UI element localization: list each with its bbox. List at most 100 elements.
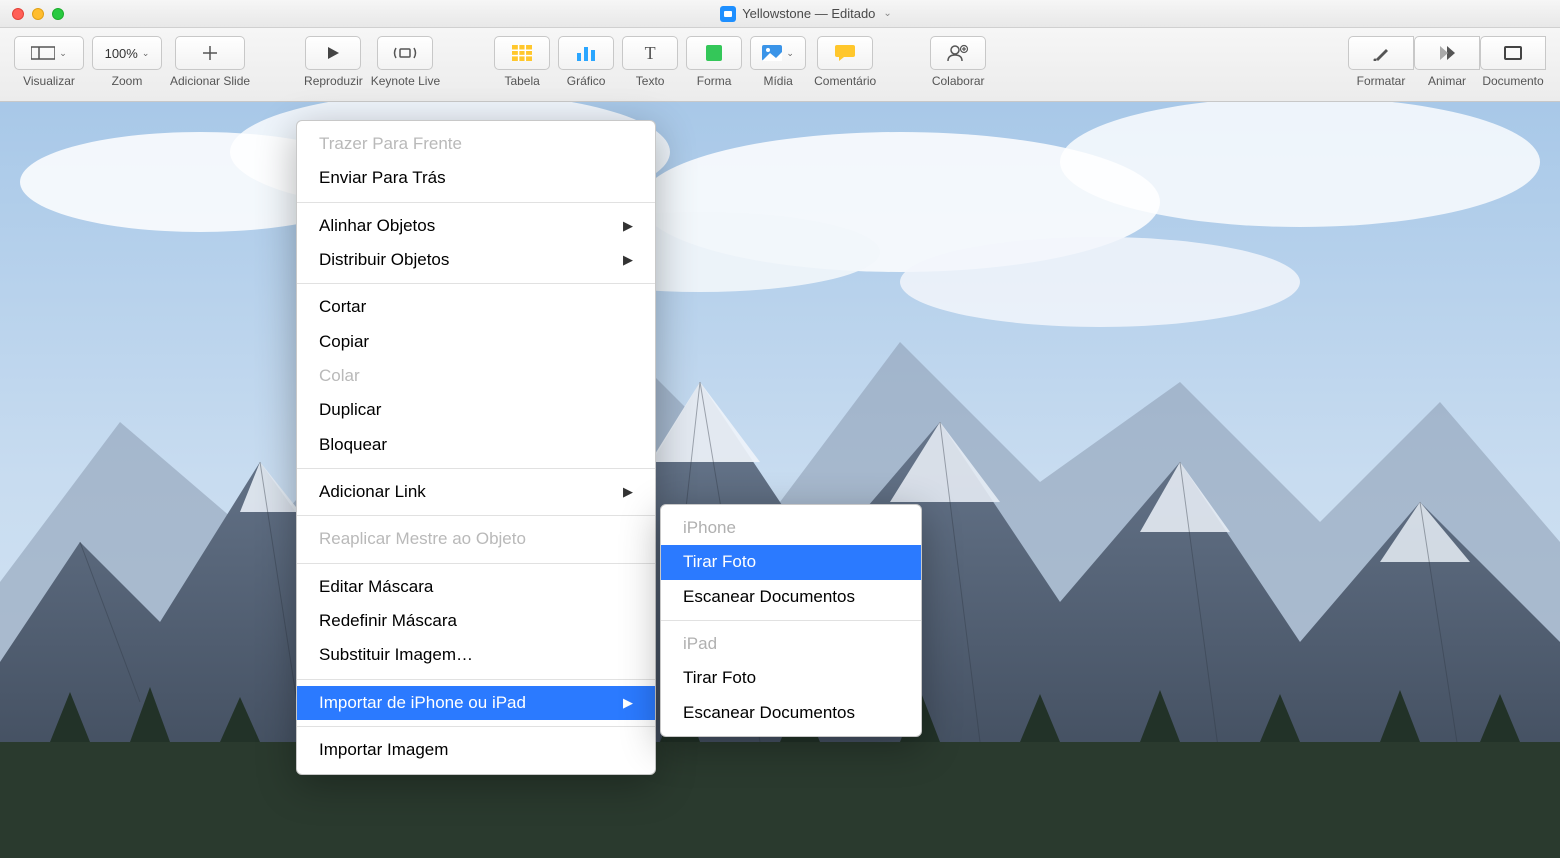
menu-align-objects[interactable]: Alinhar Objetos▶: [297, 209, 655, 243]
play-label: Reproduzir: [304, 74, 363, 88]
close-window-button[interactable]: [12, 8, 24, 20]
menu-cut[interactable]: Cortar: [297, 290, 655, 324]
tb-table: Tabela: [494, 36, 550, 88]
tb-keynote-live: Keynote Live: [371, 36, 440, 88]
menu-separator: [297, 679, 655, 680]
chart-label: Gráfico: [567, 74, 606, 88]
tb-inspector-group: Formatar Animar Documento: [1348, 36, 1546, 88]
menu-separator: [297, 726, 655, 727]
comment-button[interactable]: [817, 36, 873, 70]
chevron-down-icon: ⌄: [59, 48, 67, 59]
broadcast-icon: [393, 46, 417, 60]
format-label: Formatar: [1357, 74, 1406, 88]
menu-distribute-objects[interactable]: Distribuir Objetos▶: [297, 243, 655, 277]
chevron-down-icon: ⌄: [786, 48, 794, 59]
collaborate-button[interactable]: [930, 36, 986, 70]
document-icon: [1503, 45, 1523, 61]
add-slide-button[interactable]: [175, 36, 245, 70]
tb-collaborate: Colaborar: [930, 36, 986, 88]
view-label: Visualizar: [23, 74, 75, 88]
zoom-button[interactable]: 100% ⌄: [92, 36, 162, 70]
submenu-arrow-icon: ▶: [623, 250, 633, 270]
keynote-app-icon: [720, 6, 736, 22]
toolbar: ⌄ Visualizar 100% ⌄ Zoom Adicionar Slide…: [0, 28, 1560, 102]
text-button[interactable]: T: [622, 36, 678, 70]
import-submenu: iPhone Tirar Foto Escanear Documentos iP…: [660, 504, 922, 737]
chart-button[interactable]: [558, 36, 614, 70]
tb-view: ⌄ Visualizar: [14, 36, 84, 88]
submenu-header-iphone: iPhone: [661, 511, 921, 545]
titlebar-center[interactable]: Yellowstone — Editado ⌄: [64, 6, 1548, 22]
text-label: Texto: [636, 74, 665, 88]
shape-icon: [706, 45, 722, 61]
table-button[interactable]: [494, 36, 550, 70]
chevron-down-icon: ⌄: [883, 8, 891, 19]
collaborate-label: Colaborar: [932, 74, 985, 88]
tb-format: Formatar: [1348, 36, 1414, 88]
submenu-arrow-icon: ▶: [623, 693, 633, 713]
menu-separator: [661, 620, 921, 621]
zoom-window-button[interactable]: [52, 8, 64, 20]
submenu-arrow-icon: ▶: [623, 216, 633, 236]
tb-play: Reproduzir: [304, 36, 363, 88]
menu-separator: [297, 202, 655, 203]
menu-reset-mask[interactable]: Redefinir Máscara: [297, 604, 655, 638]
menu-replace-image[interactable]: Substituir Imagem…: [297, 638, 655, 672]
tb-comment: Comentário: [814, 36, 876, 88]
play-button[interactable]: [305, 36, 361, 70]
menu-paste: Colar: [297, 359, 655, 393]
window-traffic-lights: [12, 8, 64, 20]
tb-text: T Texto: [622, 36, 678, 88]
submenu-scan-docs-ipad[interactable]: Escanear Documentos: [661, 696, 921, 730]
menu-separator: [297, 468, 655, 469]
table-icon: [512, 45, 532, 61]
menu-lock[interactable]: Bloquear: [297, 428, 655, 462]
document-label: Documento: [1482, 74, 1543, 88]
menu-add-link[interactable]: Adicionar Link▶: [297, 475, 655, 509]
animate-label: Animar: [1428, 74, 1466, 88]
shape-button[interactable]: [686, 36, 742, 70]
format-icon: [1372, 45, 1390, 61]
chevron-down-icon: ⌄: [142, 48, 150, 59]
keynote-live-button[interactable]: [377, 36, 433, 70]
zoom-value: 100%: [105, 46, 138, 61]
menu-import-image[interactable]: Importar Imagem: [297, 733, 655, 767]
tb-zoom: 100% ⌄ Zoom: [92, 36, 162, 88]
menu-send-backward[interactable]: Enviar Para Trás: [297, 161, 655, 195]
menu-bring-forward: Trazer Para Frente: [297, 127, 655, 161]
tb-document: Documento: [1480, 36, 1546, 88]
keynote-live-label: Keynote Live: [371, 74, 440, 88]
media-button[interactable]: ⌄: [750, 36, 806, 70]
minimize-window-button[interactable]: [32, 8, 44, 20]
text-icon: T: [645, 43, 656, 64]
document-button[interactable]: [1480, 36, 1546, 70]
shape-label: Forma: [697, 74, 732, 88]
comment-label: Comentário: [814, 74, 876, 88]
menu-duplicate[interactable]: Duplicar: [297, 393, 655, 427]
menu-reapply-master: Reaplicar Mestre ao Objeto: [297, 522, 655, 556]
submenu-header-ipad: iPad: [661, 627, 921, 661]
tb-media: ⌄ Mídia: [750, 36, 806, 88]
menu-import-iphone-ipad[interactable]: Importar de iPhone ou iPad▶: [297, 686, 655, 720]
tb-add-slide: Adicionar Slide: [170, 36, 250, 88]
view-button[interactable]: ⌄: [14, 36, 84, 70]
format-button[interactable]: [1348, 36, 1414, 70]
slide-canvas[interactable]: [0, 102, 1560, 858]
animate-icon: [1438, 45, 1456, 61]
media-label: Mídia: [763, 74, 792, 88]
menu-copy[interactable]: Copiar: [297, 325, 655, 359]
animate-button[interactable]: [1414, 36, 1480, 70]
media-icon: [762, 45, 782, 61]
submenu-scan-docs-iphone[interactable]: Escanear Documentos: [661, 580, 921, 614]
chart-icon: [576, 45, 596, 61]
submenu-take-photo-iphone[interactable]: Tirar Foto: [661, 545, 921, 579]
tb-chart: Gráfico: [558, 36, 614, 88]
add-slide-label: Adicionar Slide: [170, 74, 250, 88]
play-icon: [326, 46, 340, 60]
submenu-arrow-icon: ▶: [623, 482, 633, 502]
window-title: Yellowstone — Editado: [742, 6, 875, 21]
menu-edit-mask[interactable]: Editar Máscara: [297, 570, 655, 604]
menu-separator: [297, 515, 655, 516]
comment-icon: [835, 45, 855, 61]
submenu-take-photo-ipad[interactable]: Tirar Foto: [661, 661, 921, 695]
